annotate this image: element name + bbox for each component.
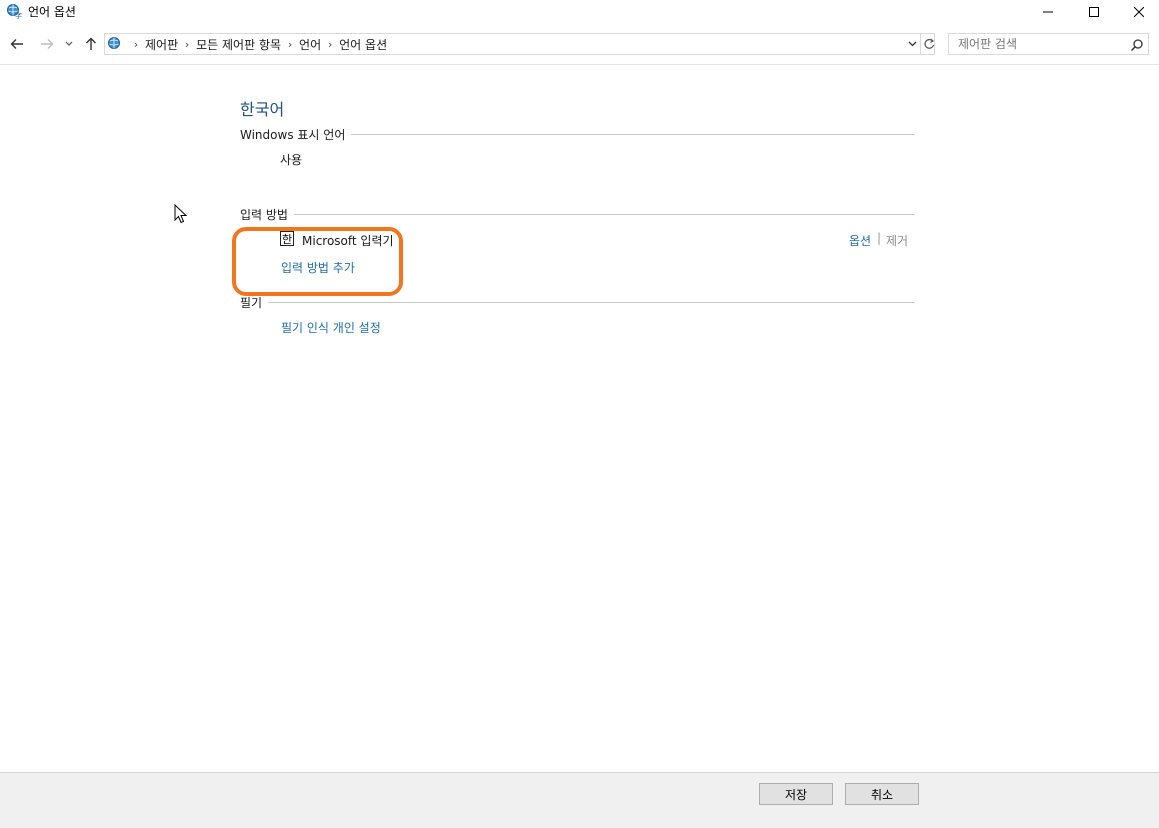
breadcrumb: › 제어판 › 모든 제어판 항목 › 언어 › 언어 옵션 [127, 36, 387, 53]
refresh-button[interactable] [920, 34, 937, 54]
control-panel-icon [107, 36, 123, 52]
handwriting-section: 필기 [240, 294, 915, 312]
section-divider [240, 214, 915, 215]
breadcrumb-item-control-panel[interactable]: 제어판 [145, 36, 178, 53]
display-language-label: Windows 표시 언어 [240, 126, 352, 143]
close-icon [1134, 7, 1144, 17]
search-input[interactable] [949, 34, 1128, 54]
close-button[interactable] [1116, 0, 1159, 24]
input-method-section: 입력 방법 [240, 206, 915, 224]
up-button[interactable] [82, 35, 100, 53]
annotation-highlight [232, 227, 403, 296]
breadcrumb-item-language[interactable]: 언어 [299, 36, 321, 53]
svg-text:字: 字 [15, 11, 22, 19]
forward-button[interactable] [38, 35, 56, 53]
breadcrumb-separator-icon[interactable]: › [178, 38, 196, 51]
link-separator: | [877, 231, 882, 245]
handwriting-label: 필기 [240, 294, 269, 311]
recent-locations-button[interactable] [62, 35, 76, 53]
window-title: 언어 옵션 [28, 5, 76, 19]
footer-bar: 저장 취소 [0, 772, 1159, 828]
save-button[interactable]: 저장 [759, 783, 833, 805]
divider [0, 64, 1159, 65]
breadcrumb-separator-icon[interactable]: › [321, 38, 339, 51]
breadcrumb-item-language-options[interactable]: 언어 옵션 [339, 36, 387, 53]
display-language-section: Windows 표시 언어 [240, 126, 915, 144]
breadcrumb-separator-icon[interactable]: › [281, 38, 299, 51]
minimize-icon [1043, 11, 1053, 13]
address-bar[interactable]: › 제어판 › 모든 제어판 항목 › 언어 › 언어 옵션 [104, 33, 935, 55]
cancel-button[interactable]: 취소 [845, 783, 919, 805]
language-title: 한국어 [240, 100, 285, 119]
minimize-button[interactable] [1025, 0, 1071, 24]
search-icon[interactable] [1130, 37, 1144, 52]
mouse-cursor-icon [174, 203, 188, 224]
chevron-down-icon [65, 41, 73, 46]
breadcrumb-item-all-items[interactable]: 모든 제어판 항목 [196, 36, 281, 53]
personalize-handwriting-link[interactable]: 필기 인식 개인 설정 [281, 319, 381, 336]
ime-remove-link: 제거 [886, 234, 909, 248]
back-button[interactable] [8, 35, 26, 53]
search-box[interactable] [948, 33, 1149, 55]
chevron-down-icon [908, 41, 916, 47]
language-globe-icon: 字 [6, 3, 22, 20]
display-language-status: 사용 [280, 153, 303, 167]
input-method-label: 입력 방법 [240, 206, 294, 223]
maximize-icon [1089, 7, 1099, 17]
refresh-icon [924, 38, 935, 49]
section-divider [240, 302, 915, 303]
maximize-button[interactable] [1071, 0, 1117, 24]
back-arrow-icon [10, 39, 23, 49]
title-bar: 字 언어 옵션 [0, 0, 1159, 24]
up-arrow-icon [86, 37, 96, 50]
breadcrumb-separator-icon: › [133, 38, 139, 51]
address-dropdown-button[interactable] [905, 37, 919, 51]
forward-arrow-icon [41, 39, 54, 49]
ime-options-link[interactable]: 옵션 [849, 232, 871, 249]
